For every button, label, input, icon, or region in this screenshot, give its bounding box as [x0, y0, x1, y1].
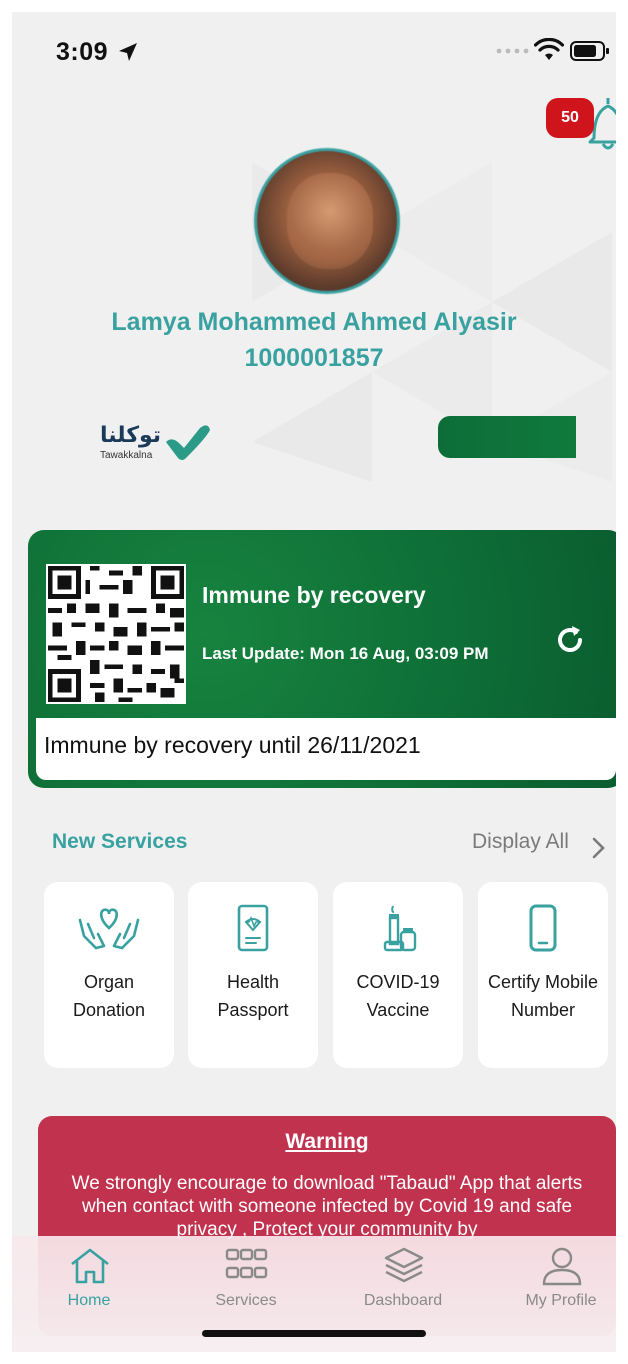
tab-label: Dashboard — [363, 1292, 443, 1309]
home-indicator[interactable] — [202, 1330, 426, 1337]
phone-screen: 3:09 50 Lamya Mohammed Ahmed Alyasir 100… — [12, 12, 616, 1352]
new-services-title: New Services — [52, 830, 188, 853]
qr-code[interactable] — [46, 564, 186, 704]
service-card-covid-vaccine[interactable]: COVID-19 Vaccine — [333, 882, 463, 1068]
service-label: Certify Mobile Number — [487, 972, 599, 1020]
service-card-certify-mobile[interactable]: Certify Mobile Number — [478, 882, 608, 1068]
tab-home[interactable]: Home — [24, 1246, 154, 1316]
status-time: 3:09 — [56, 38, 109, 66]
vaccine-icon — [383, 905, 417, 952]
status-validity-text: Immune by recovery until 26/11/2021 — [36, 718, 616, 780]
passport-icon — [237, 904, 269, 952]
service-label: Health Passport — [217, 972, 289, 1020]
grid-icon — [225, 1248, 268, 1279]
user-icon — [542, 1247, 582, 1286]
refresh-icon[interactable] — [552, 622, 588, 658]
user-id-number: 1000001857 — [244, 344, 384, 372]
chevron-right-icon[interactable] — [590, 836, 606, 860]
tab-services[interactable]: Services — [181, 1246, 311, 1316]
mobile-phone-icon — [529, 904, 557, 952]
service-label: COVID-19 Vaccine — [356, 972, 440, 1020]
tab-label: My Profile — [525, 1292, 597, 1309]
tab-label: Services — [215, 1292, 277, 1309]
hands-heart-icon — [78, 908, 140, 950]
avatar[interactable] — [254, 148, 400, 294]
status-bar: 3:09 — [12, 12, 616, 92]
notification-badge[interactable]: 50 — [546, 98, 594, 138]
check-logo-icon — [166, 425, 210, 460]
warning-text: We strongly encourage to download "Tabau… — [71, 1173, 583, 1240]
wifi-icon — [534, 38, 564, 60]
signal-icon — [496, 48, 529, 54]
service-card-health-passport[interactable]: Health Passport — [188, 882, 318, 1068]
layers-icon — [384, 1247, 424, 1283]
user-name: Lamya Mohammed Ahmed Alyasir — [111, 308, 517, 336]
logo-english-text: Tawakkalna — [100, 450, 153, 461]
last-update-text: Last Update: Mon 16 Aug, 03:09 PM — [202, 644, 489, 663]
status-color-bar — [438, 416, 576, 458]
tab-dashboard[interactable]: Dashboard — [338, 1246, 468, 1316]
warning-title: Warning — [285, 1130, 369, 1153]
tab-my-profile[interactable]: My Profile — [496, 1246, 616, 1316]
tab-label: Home — [67, 1292, 111, 1309]
battery-icon — [570, 41, 609, 61]
service-label: Organ Donation — [72, 972, 146, 1020]
status-title: Immune by recovery — [202, 582, 426, 608]
display-all-link[interactable]: Display All — [472, 830, 569, 854]
tawakkalna-logo: توكلنا Tawakkalna — [100, 416, 230, 472]
service-card-organ-donation[interactable]: Organ Donation — [44, 882, 174, 1068]
home-icon — [71, 1248, 109, 1284]
location-arrow-icon — [119, 43, 137, 61]
logo-arabic-text: توكلنا — [100, 422, 162, 447]
